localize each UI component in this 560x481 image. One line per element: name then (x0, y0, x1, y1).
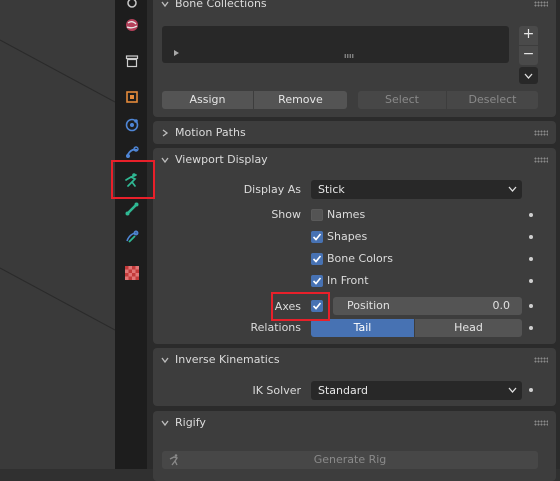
drag-handle-icon[interactable] (534, 157, 548, 163)
chevron-down-icon (508, 387, 517, 393)
inverse-kinematics-header[interactable]: Inverse Kinematics (153, 348, 556, 372)
checkmark-icon (312, 302, 322, 310)
object-icon[interactable] (121, 86, 143, 108)
display-as-value: Stick (318, 183, 345, 196)
in-front-label: In Front (327, 274, 369, 287)
names-label: Names (327, 208, 366, 221)
viewport-display-panel: Viewport Display Display As Stick Show N… (153, 148, 556, 344)
panel-title: Rigify (175, 416, 206, 429)
constraints-icon[interactable] (121, 142, 143, 164)
bone-icon[interactable] (121, 198, 143, 220)
inverse-kinematics-panel: Inverse Kinematics IK Solver Standard (153, 348, 556, 406)
in-front-checkbox[interactable] (311, 275, 323, 287)
bone-collections-panel: Bone Collections + − Assign Remove Selec… (153, 0, 556, 117)
axes-position-field[interactable]: Position 0.0 (333, 297, 522, 315)
relations-head-button[interactable]: Head (415, 319, 522, 337)
deselect-button[interactable]: Deselect (447, 91, 538, 109)
ik-solver-label: IK Solver (252, 384, 301, 397)
display-as-dropdown[interactable]: Stick (311, 180, 522, 199)
armature-data-icon[interactable] (121, 170, 143, 192)
checkmark-icon (312, 233, 322, 241)
panel-title: Bone Collections (175, 0, 267, 10)
expand-triangle-icon[interactable] (174, 50, 180, 56)
checkmark-icon (312, 277, 322, 285)
add-collection-button[interactable]: + (519, 26, 538, 45)
viewport-grid (0, 39, 115, 331)
animate-property-dot[interactable] (529, 304, 533, 308)
shapes-label: Shapes (327, 230, 368, 243)
motion-paths-panel[interactable]: Motion Paths (153, 121, 556, 144)
animate-property-dot[interactable] (529, 388, 533, 392)
display-as-label: Display As (243, 183, 301, 196)
properties-editor: Bone Collections + − Assign Remove Selec… (147, 0, 560, 481)
panel-title: Viewport Display (175, 153, 268, 166)
rigify-header[interactable]: Rigify (153, 411, 556, 435)
list-resize-grip-icon[interactable] (344, 54, 354, 58)
animate-property-dot[interactable] (529, 235, 533, 239)
chevron-down-icon (508, 186, 517, 192)
chevron-right-icon (162, 129, 169, 137)
collection-specials-button[interactable] (519, 67, 538, 84)
collection-icon[interactable] (121, 50, 143, 72)
bone-colors-checkbox[interactable] (311, 253, 323, 265)
ik-solver-value: Standard (318, 384, 369, 397)
generate-rig-label: Generate Rig (313, 453, 387, 466)
bone-collections-list[interactable] (162, 26, 509, 63)
physics-icon[interactable] (121, 114, 143, 136)
names-checkbox[interactable] (311, 209, 323, 221)
panel-title: Inverse Kinematics (175, 353, 280, 366)
remove-collection-button[interactable]: − (519, 46, 538, 65)
chevron-down-icon (161, 420, 169, 427)
animate-property-dot[interactable] (529, 257, 533, 261)
rigify-panel: Rigify Generate Rig (153, 411, 556, 481)
texture-icon[interactable] (121, 262, 143, 284)
chevron-down-icon (161, 357, 169, 364)
select-button[interactable]: Select (358, 91, 446, 109)
chevron-down-icon (524, 73, 533, 79)
animate-property-dot[interactable] (529, 326, 533, 330)
generate-rig-button[interactable]: Generate Rig (162, 451, 538, 469)
assign-button[interactable]: Assign (162, 91, 253, 109)
remove-button[interactable]: Remove (254, 91, 347, 109)
chevron-down-icon (161, 157, 169, 164)
position-value: 0.0 (492, 299, 511, 312)
bone-collections-header[interactable]: Bone Collections (153, 0, 556, 16)
motion-paths-header[interactable]: Motion Paths (153, 121, 556, 145)
animate-property-dot[interactable] (529, 279, 533, 283)
properties-tab-bar (115, 0, 147, 469)
show-label: Show (271, 208, 301, 221)
shapes-checkbox[interactable] (311, 231, 323, 243)
axes-checkbox[interactable] (311, 300, 323, 312)
relations-tail-button[interactable]: Tail (311, 319, 414, 337)
chevron-down-icon (161, 1, 169, 8)
animate-property-dot[interactable] (529, 213, 533, 217)
bone-constraint-icon[interactable] (121, 226, 143, 248)
position-label: Position (347, 299, 390, 312)
armature-icon (169, 454, 179, 466)
relations-label: Relations (250, 321, 301, 334)
bone-colors-label: Bone Colors (327, 252, 393, 265)
panel-title: Motion Paths (175, 126, 246, 139)
viewport-display-header[interactable]: Viewport Display (153, 148, 556, 172)
drag-handle-icon[interactable] (534, 1, 548, 7)
ik-solver-dropdown[interactable]: Standard (311, 381, 522, 400)
drag-handle-icon[interactable] (534, 420, 548, 426)
3d-viewport[interactable] (0, 0, 115, 469)
tool-icon[interactable] (121, 0, 143, 14)
drag-handle-icon[interactable] (534, 357, 548, 363)
world-icon[interactable] (121, 14, 143, 36)
drag-handle-icon[interactable] (534, 130, 548, 136)
axes-label: Axes (274, 300, 301, 313)
checkmark-icon (312, 255, 322, 263)
